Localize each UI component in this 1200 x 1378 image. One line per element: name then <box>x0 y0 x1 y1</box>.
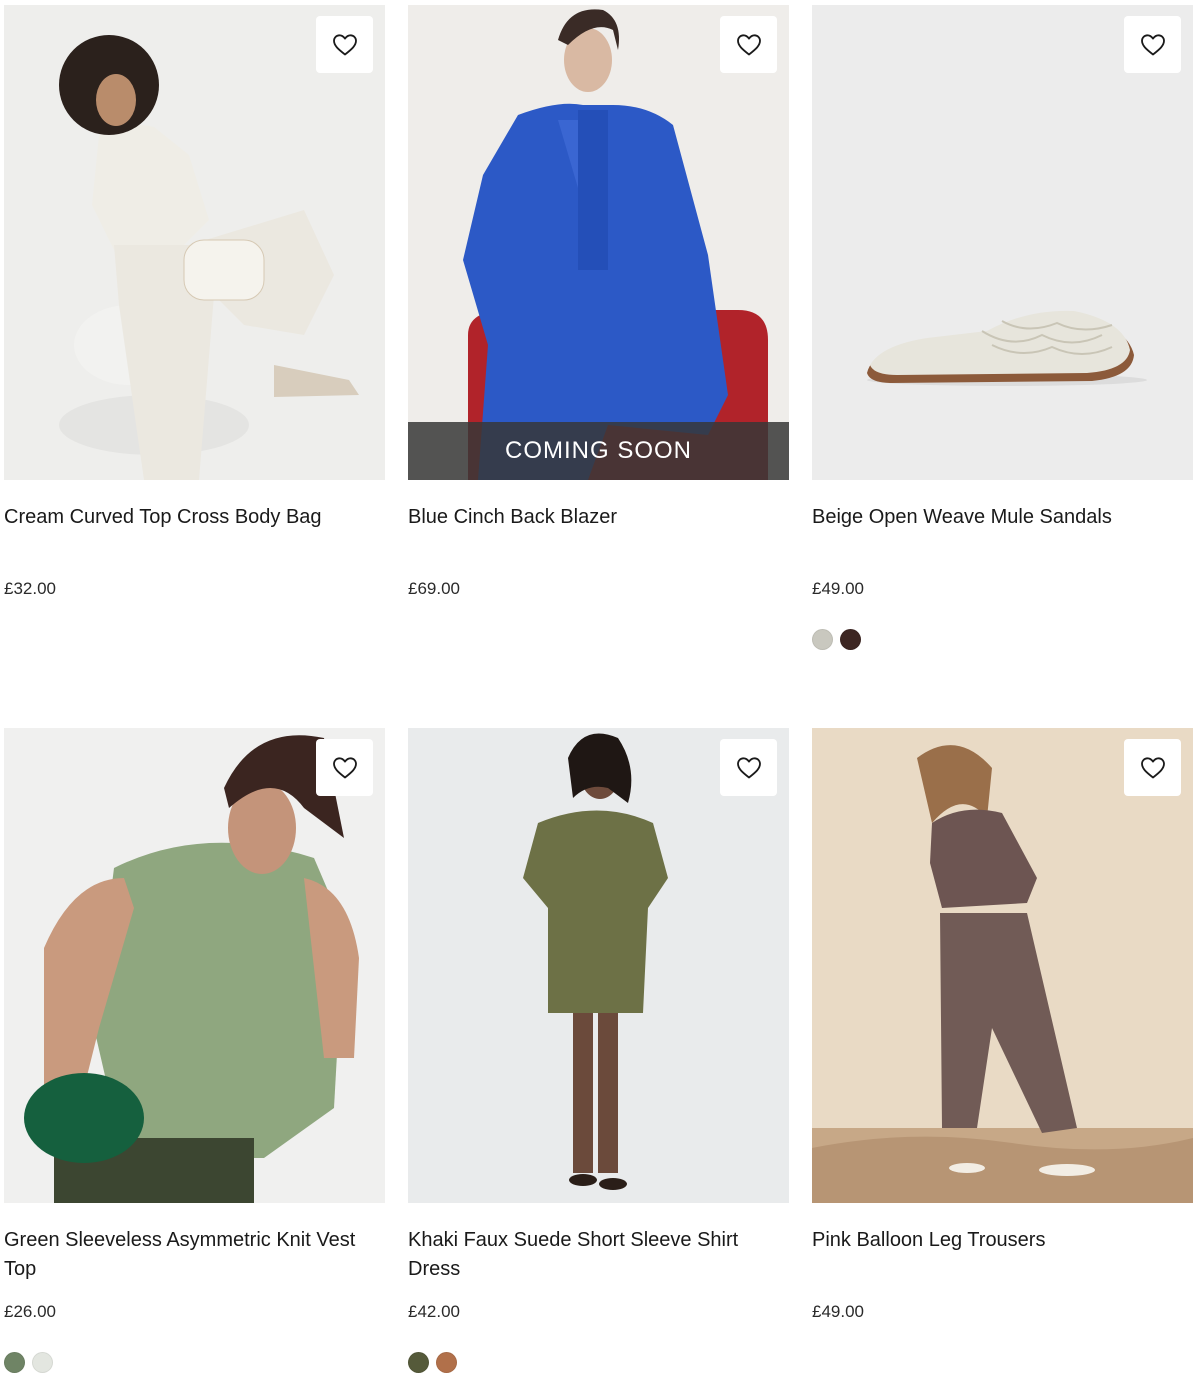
wishlist-button[interactable] <box>316 739 373 796</box>
product-price: £69.00 <box>408 579 460 598</box>
color-swatches <box>4 1352 53 1373</box>
product-title[interactable]: Green Sleeveless Asymmetric Knit Vest To… <box>4 1226 374 1284</box>
product-price: £42.00 <box>408 1302 460 1321</box>
wishlist-button[interactable] <box>720 16 777 73</box>
wishlist-button[interactable] <box>316 16 373 73</box>
heart-outline-icon <box>1140 756 1165 778</box>
heart-outline-icon <box>332 756 357 778</box>
heart-outline-icon <box>736 33 761 55</box>
product-price: £32.00 <box>4 579 56 598</box>
product-title[interactable]: Pink Balloon Leg Trousers <box>812 1226 1182 1255</box>
product-image[interactable] <box>408 728 789 1203</box>
color-swatches <box>408 1352 457 1373</box>
product-price: £26.00 <box>4 1302 56 1321</box>
color-swatches <box>812 629 861 650</box>
coming-soon-badge: COMING SOON <box>408 422 789 480</box>
product-title[interactable]: Blue Cinch Back Blazer <box>408 503 778 532</box>
color-swatch[interactable] <box>812 629 833 650</box>
product-title[interactable]: Beige Open Weave Mule Sandals <box>812 503 1182 532</box>
product-title[interactable]: Cream Curved Top Cross Body Bag <box>4 503 374 532</box>
wishlist-button[interactable] <box>1124 739 1181 796</box>
product-image[interactable] <box>4 728 385 1203</box>
heart-outline-icon <box>736 756 761 778</box>
color-swatch[interactable] <box>436 1352 457 1373</box>
wishlist-button[interactable] <box>720 739 777 796</box>
product-title[interactable]: Khaki Faux Suede Short Sleeve Shirt Dres… <box>408 1226 778 1284</box>
product-price: £49.00 <box>812 1302 864 1321</box>
product-grid: Cream Curved Top Cross Body Bag £32.00 C… <box>0 0 1200 1378</box>
color-swatch[interactable] <box>32 1352 53 1373</box>
heart-outline-icon <box>332 33 357 55</box>
product-image[interactable] <box>812 728 1193 1203</box>
product-image[interactable] <box>812 5 1193 480</box>
product-image[interactable]: COMING SOON <box>408 5 789 480</box>
heart-outline-icon <box>1140 33 1165 55</box>
color-swatch[interactable] <box>840 629 861 650</box>
color-swatch[interactable] <box>4 1352 25 1373</box>
product-image[interactable] <box>4 5 385 480</box>
product-price: £49.00 <box>812 579 864 598</box>
wishlist-button[interactable] <box>1124 16 1181 73</box>
color-swatch[interactable] <box>408 1352 429 1373</box>
